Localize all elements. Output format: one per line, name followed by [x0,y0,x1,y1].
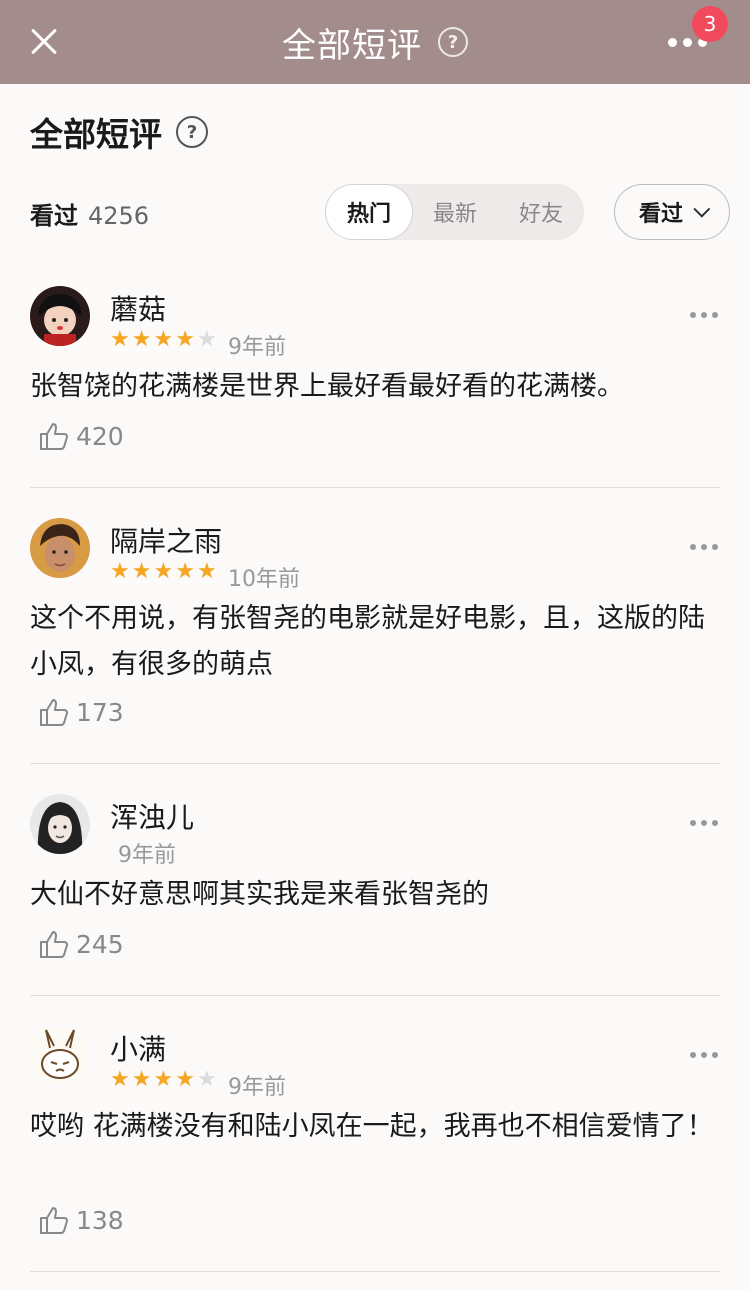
like-count: 173 [76,697,124,727]
help-icon[interactable]: ? [438,27,468,57]
review-time: 9年前 [228,335,286,360]
review-text: 大仙不好意思啊其实我是来看张智尧的 [30,879,489,910]
star-icon: ★ [196,1067,217,1092]
reviewer-name[interactable]: 小满 [110,1028,166,1068]
filter-label: 看过 [638,202,683,227]
like-button[interactable]: 245 [38,928,124,960]
divider [30,487,720,488]
star-icon: ★ [131,559,152,584]
review-more-icon[interactable] [690,312,718,318]
divider [30,995,720,996]
reviewer-name[interactable]: 隔岸之雨 [110,520,222,560]
review-time: 10年前 [228,567,300,592]
thumbs-up-icon [40,423,68,450]
tab-latest[interactable]: 最新 [412,184,498,240]
star-icon: ★ [175,559,195,584]
avatar[interactable] [30,286,90,346]
star-icon: ★ [110,327,130,352]
avatar[interactable] [30,1026,90,1086]
page-title: 全部短评 [30,115,162,154]
tab-friends[interactable]: 好友 [498,184,584,240]
help-icon[interactable]: ? [176,116,208,148]
avatar[interactable] [30,518,90,578]
star-icon: ★ [153,327,174,352]
star-icon: ★ [175,327,195,352]
star-icon: ★ [153,1067,174,1092]
tab-hot[interactable]: 热门 [326,185,412,239]
top-bar-title: 全部短评 [282,25,422,66]
like-count: 138 [76,1205,124,1235]
star-icon: ★ [153,559,174,584]
filter-dropdown[interactable]: 看过 [614,184,730,240]
review-more-icon[interactable] [690,820,718,826]
thumbs-up-icon [40,1207,68,1234]
notification-badge: 3 [692,6,728,42]
star-icon: ★ [175,1067,195,1092]
section-header: 全部短评 ? [30,108,208,156]
like-count: 420 [76,421,124,451]
chevron-down-icon [693,200,711,218]
avatar[interactable] [30,794,90,854]
like-button[interactable]: 420 [38,420,124,452]
thumbs-up-icon [40,699,68,726]
star-icon: ★ [196,559,217,584]
like-button[interactable]: 138 [38,1204,124,1236]
review-time: 9年前 [228,1075,286,1100]
review-text: 哎哟 花满楼没有和陆小凤在一起，我再也不相信爱情了！ [30,1111,714,1142]
star-icon: ★ [131,327,152,352]
divider [30,1271,720,1272]
rating-stars: ★ ★ ★ ★ ★ [110,1069,217,1091]
thumbs-up-icon [40,931,68,958]
review-text: 张智饶的花满楼是世界上最好看最好看的花满楼。 [30,371,624,402]
like-count: 245 [76,929,124,959]
star-icon: ★ [131,1067,152,1092]
rating-stars: ★ ★ ★ ★ ★ [110,561,217,583]
reviewer-name[interactable]: 浑浊儿 [110,796,194,836]
divider [30,763,720,764]
star-icon: ★ [110,559,130,584]
review-text: 这个不用说，有张智尧的电影就是好电影，且，这版的陆小凤，有很多的萌点 [30,603,705,680]
review-more-icon[interactable] [690,544,718,550]
review-more-icon[interactable] [690,1052,718,1058]
like-button[interactable]: 173 [38,696,124,728]
reviewer-name[interactable]: 蘑菇 [110,288,166,328]
watched-label: 看过 [30,202,78,230]
review-time: 9年前 [118,843,176,868]
rating-stars: ★ ★ ★ ★ ★ [110,329,217,351]
top-bar: 全部短评 ? 3 [0,0,750,84]
watched-number: 4256 [88,202,150,230]
watched-count: 看过 4256 [30,196,149,231]
sort-tabs: 热门 最新 好友 [326,184,584,240]
star-icon: ★ [196,327,217,352]
star-icon: ★ [110,1067,130,1092]
